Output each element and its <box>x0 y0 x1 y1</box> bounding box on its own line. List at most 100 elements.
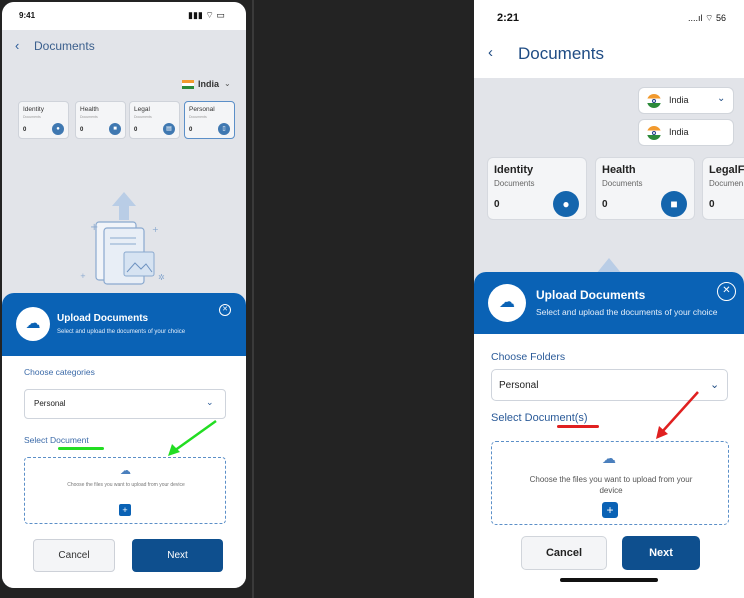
choose-categories-label: Choose categories <box>24 367 95 377</box>
chevron-down-icon: ⌄ <box>206 397 214 407</box>
select-documents-label: Select Document(s) <box>491 412 588 424</box>
card-count: 0 <box>189 127 193 133</box>
page-title: Documents <box>34 39 95 53</box>
document-icon: ▤ <box>163 123 175 135</box>
status-time: 9:41 <box>19 11 36 20</box>
card-count: 0 <box>80 127 84 133</box>
choose-folders-label: Choose Folders <box>491 351 566 363</box>
lock-icon: ■ <box>661 191 687 217</box>
card-sub: Documents <box>23 115 41 119</box>
person-icon: ● <box>52 123 64 135</box>
file-drop-zone[interactable]: ☁ Choose the files you want to upload fr… <box>24 457 226 524</box>
lock-icon: ■ <box>109 123 121 135</box>
category-card-personal[interactable]: Personal Documents 0 ▯ <box>184 101 235 139</box>
select-value: Personal <box>499 380 539 391</box>
red-arrow-annotation <box>656 391 699 439</box>
sheet-title: Upload Documents <box>536 288 646 302</box>
card-count: 0 <box>134 127 138 133</box>
person-icon: ● <box>553 191 579 217</box>
sheet-header: ☁ Upload Documents Select and upload the… <box>2 293 246 356</box>
status-time: 2:21 <box>497 12 520 24</box>
india-flag-icon <box>647 126 661 140</box>
card-sub: Documents <box>189 115 207 119</box>
drop-zone-text: Choose the files you want to upload from… <box>529 475 693 495</box>
country-option[interactable]: India <box>638 119 734 146</box>
select-document-label: Select Document <box>24 435 89 445</box>
card-count: 0 <box>23 127 27 133</box>
cancel-button[interactable]: Cancel <box>33 539 115 572</box>
document-icon: ▯ <box>218 123 230 135</box>
dropdown-value: India <box>669 95 689 105</box>
sheet-subtitle: Select and upload the documents of your … <box>57 329 186 335</box>
card-count: 0 <box>602 199 608 210</box>
card-sub: Documen <box>709 179 744 188</box>
next-button[interactable]: Next <box>622 536 700 570</box>
signal-icon: ▮▮▮ ⌔ ▭ <box>188 10 225 20</box>
status-icons: ....ıl ⌔ 56 <box>688 13 726 23</box>
divider <box>252 0 254 598</box>
drop-zone-text: Choose the files you want to upload from… <box>67 482 185 488</box>
svg-text:+: + <box>90 222 98 233</box>
card-label: Health <box>602 164 636 176</box>
left-phone-screen: 9:41 ▮▮▮ ⌔ ▭ ‹ Documents India ⌄ Identit… <box>2 2 246 588</box>
close-icon[interactable]: ✕ <box>717 282 736 301</box>
card-sub: Documents <box>80 115 98 119</box>
category-card-identity[interactable]: Identity Documents 0 ● <box>487 157 587 220</box>
cloud-upload-icon: ☁ <box>16 307 50 341</box>
upload-illustration: + + + ✲ <box>80 188 170 292</box>
back-chevron-icon[interactable]: ‹ <box>488 44 493 61</box>
card-label: Identity <box>494 164 534 176</box>
status-bar: 9:41 ▮▮▮ ⌔ ▭ <box>2 2 246 30</box>
next-button[interactable]: Next <box>132 539 223 572</box>
card-label: Health <box>80 106 99 113</box>
nav-bar: ‹ Documents <box>2 30 246 64</box>
select-value: Personal <box>34 399 66 408</box>
country-selector[interactable]: India <box>198 79 219 89</box>
category-select[interactable]: Personal ⌄ <box>24 389 226 419</box>
card-label: Identity <box>23 106 44 113</box>
red-underline-annotation <box>557 425 599 428</box>
cloud-upload-icon: ☁ <box>488 284 526 322</box>
cloud-upload-icon: ☁ <box>602 450 616 466</box>
page-title: Documents <box>518 44 604 63</box>
india-flag-icon <box>647 94 661 108</box>
india-flag-icon <box>182 80 194 89</box>
category-card-legal[interactable]: LegalFi Documen 0 <box>702 157 744 220</box>
sheet-header: ☁ Upload Documents Select and upload the… <box>474 272 744 334</box>
card-sub: Documents <box>494 179 535 188</box>
home-indicator <box>560 578 658 582</box>
sheet-subtitle: Select and upload the documents of your … <box>536 307 718 317</box>
right-phone-screen: 2:21 ....ıl ⌔ 56 ‹ Documents India ⌄ Ind… <box>474 0 744 598</box>
plus-icon[interactable]: + <box>602 502 618 518</box>
svg-text:+: + <box>80 272 86 280</box>
back-chevron-icon[interactable]: ‹ <box>15 38 19 53</box>
card-sub: Documents <box>602 179 643 188</box>
svg-text:+: + <box>152 225 159 234</box>
card-label: LegalFi <box>709 164 744 176</box>
country-dropdown[interactable]: India ⌄ <box>638 87 734 114</box>
category-card-health[interactable]: Health Documents 0 ■ <box>595 157 695 220</box>
chevron-down-icon: ⌄ <box>710 379 720 391</box>
category-card-legal[interactable]: Legal Documents 0 ▤ <box>129 101 180 139</box>
card-label: Legal <box>134 106 150 113</box>
chevron-down-icon: ⌄ <box>717 93 726 104</box>
cancel-button[interactable]: Cancel <box>521 536 607 570</box>
plus-icon[interactable]: + <box>119 504 131 516</box>
close-icon[interactable]: ✕ <box>219 304 231 316</box>
card-sub: Documents <box>134 115 152 119</box>
sheet-title: Upload Documents <box>57 313 149 324</box>
cloud-upload-icon: ☁ <box>120 465 131 477</box>
card-label: Personal <box>189 106 215 113</box>
card-count: 0 <box>494 199 500 210</box>
chevron-down-icon: ⌄ <box>224 79 231 88</box>
card-count: 0 <box>709 199 715 210</box>
category-card-health[interactable]: Health Documents 0 ■ <box>75 101 126 139</box>
option-label: India <box>669 127 689 137</box>
status-bar: 2:21 ....ıl ⌔ 56 <box>474 0 744 38</box>
category-card-identity[interactable]: Identity Documents 0 ● <box>18 101 69 139</box>
svg-text:✲: ✲ <box>158 273 165 282</box>
green-arrow-annotation <box>168 419 217 456</box>
green-underline-annotation <box>58 447 104 450</box>
nav-bar: ‹ Documents <box>474 38 744 78</box>
file-drop-zone[interactable]: ☁ Choose the files you want to upload fr… <box>491 441 729 525</box>
